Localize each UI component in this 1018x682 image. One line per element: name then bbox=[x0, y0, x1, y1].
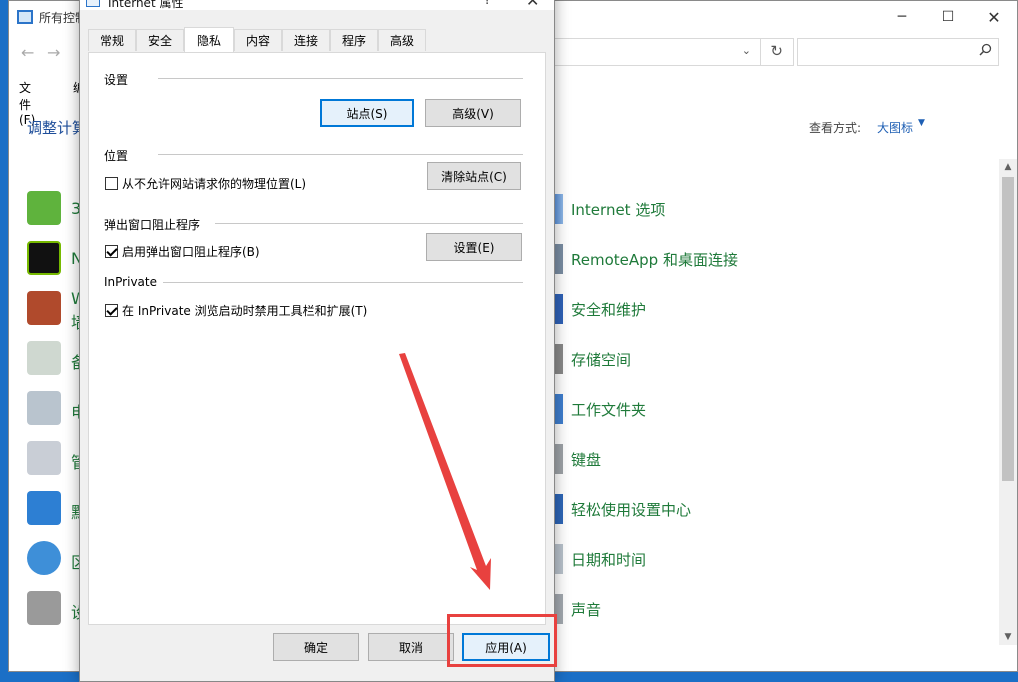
privacy-panel: 设置 站点(S) 高级(V) 位置 从不允许网站请求你的物理位置(L) 清除站点… bbox=[88, 52, 546, 625]
internet-properties-dialog: Internet 属性 ? ✕ 常规 安全 隐私 内容 连接 程序 高级 设置 … bbox=[79, 0, 555, 682]
address-separator bbox=[760, 39, 761, 65]
view-by-dropdown[interactable]: 大图标 bbox=[877, 119, 913, 136]
clear-sites-button[interactable]: 清除站点(C) bbox=[427, 162, 521, 190]
cp-item-storage-spaces[interactable]: 存储空间 bbox=[571, 349, 631, 370]
cp-item-ease-of-access[interactable]: 轻松使用设置中心 bbox=[571, 499, 691, 520]
advanced-button[interactable]: 高级(V) bbox=[425, 99, 521, 127]
cp-item-remoteapp[interactable]: RemoteApp 和桌面连接 bbox=[571, 249, 738, 270]
cancel-button[interactable]: 取消 bbox=[368, 633, 454, 661]
chevron-down-icon[interactable]: ⌄ bbox=[742, 44, 751, 57]
phone-modem-icon[interactable] bbox=[27, 391, 61, 425]
back-arrow-icon[interactable]: ← bbox=[21, 43, 34, 62]
scroll-down-arrow-icon[interactable]: ▼ bbox=[999, 629, 1017, 645]
default-programs-icon[interactable] bbox=[27, 491, 61, 525]
settings-section-label: 设置 bbox=[104, 73, 129, 87]
sites-button[interactable]: 站点(S) bbox=[320, 99, 414, 127]
tab-security[interactable]: 安全 bbox=[136, 29, 184, 51]
popup-blocker-checkbox-label[interactable]: 启用弹出窗口阻止程序(B) bbox=[122, 243, 260, 260]
inprivate-checkbox[interactable] bbox=[105, 304, 118, 317]
view-by-label: 查看方式: bbox=[809, 121, 862, 135]
popup-blocker-section-label: 弹出窗口阻止程序 bbox=[104, 218, 201, 232]
tab-programs[interactable]: 程序 bbox=[330, 29, 378, 51]
cp-item-keyboard[interactable]: 键盘 bbox=[571, 449, 601, 470]
inprivate-section-label: InPrivate bbox=[104, 275, 157, 289]
minimize-button[interactable]: ─ bbox=[879, 1, 925, 33]
close-button[interactable]: ✕ bbox=[971, 1, 1017, 33]
cp-item-sound[interactable]: 声音 bbox=[571, 599, 601, 620]
firewall-icon[interactable] bbox=[27, 291, 61, 325]
location-checkbox-row[interactable]: 从不允许网站请求你的物理位置(L) bbox=[105, 175, 306, 192]
vertical-scrollbar[interactable]: ▲ ▼ bbox=[999, 159, 1017, 645]
tab-advanced[interactable]: 高级 bbox=[378, 29, 426, 51]
section-divider bbox=[215, 223, 523, 224]
search-icon bbox=[979, 43, 992, 56]
dialog-titlebar: Internet 属性 ? ✕ bbox=[80, 0, 554, 10]
scrollbar-thumb[interactable] bbox=[1002, 177, 1014, 481]
nvidia-icon[interactable] bbox=[27, 241, 61, 275]
popup-settings-button[interactable]: 设置(E) bbox=[426, 233, 522, 261]
tab-general[interactable]: 常规 bbox=[88, 29, 136, 51]
refresh-icon[interactable]: ↻ bbox=[770, 42, 783, 60]
section-divider bbox=[158, 78, 523, 79]
cp-item-security-maintenance[interactable]: 安全和维护 bbox=[571, 299, 646, 320]
dialog-title: Internet 属性 bbox=[108, 0, 184, 10]
region-icon[interactable] bbox=[27, 541, 61, 575]
section-divider bbox=[158, 154, 523, 155]
location-section-label: 位置 bbox=[104, 149, 129, 163]
cp-item-date-time[interactable]: 日期和时间 bbox=[571, 549, 646, 570]
search-input[interactable] bbox=[797, 38, 999, 66]
section-divider bbox=[163, 282, 523, 283]
forward-arrow-icon[interactable]: → bbox=[47, 43, 60, 62]
tab-privacy[interactable]: 隐私 bbox=[184, 27, 234, 52]
devices-icon[interactable] bbox=[27, 591, 61, 625]
inprivate-checkbox-row[interactable]: 在 InPrivate 浏览启动时禁用工具栏和扩展(T) bbox=[105, 302, 367, 319]
popup-blocker-checkbox[interactable] bbox=[105, 245, 118, 258]
maximize-button[interactable]: ☐ bbox=[925, 1, 971, 33]
inprivate-checkbox-label[interactable]: 在 InPrivate 浏览启动时禁用工具栏和扩展(T) bbox=[122, 302, 367, 319]
scroll-up-arrow-icon[interactable]: ▲ bbox=[999, 159, 1017, 175]
page-heading: 调整计算 bbox=[27, 119, 88, 137]
backup-icon[interactable] bbox=[27, 341, 61, 375]
green-book-icon[interactable] bbox=[27, 191, 61, 225]
location-checkbox-label[interactable]: 从不允许网站请求你的物理位置(L) bbox=[122, 175, 306, 192]
control-panel-icon bbox=[17, 10, 33, 24]
help-button[interactable]: ? bbox=[484, 0, 491, 8]
cp-item-work-folders[interactable]: 工作文件夹 bbox=[571, 399, 646, 420]
dialog-close-button[interactable]: ✕ bbox=[526, 0, 539, 10]
apply-button[interactable]: 应用(A) bbox=[462, 633, 550, 661]
location-checkbox[interactable] bbox=[105, 177, 118, 190]
address-bar[interactable]: ⌄ ↻ bbox=[554, 38, 794, 66]
ok-button[interactable]: 确定 bbox=[273, 633, 359, 661]
tab-connections[interactable]: 连接 bbox=[282, 29, 330, 51]
dropdown-triangle-icon[interactable]: ▼ bbox=[918, 118, 925, 128]
tab-content[interactable]: 内容 bbox=[234, 29, 282, 51]
internet-options-icon bbox=[86, 0, 100, 7]
cp-item-internet-options[interactable]: Internet 选项 bbox=[571, 199, 665, 220]
admin-tools-icon[interactable] bbox=[27, 441, 61, 475]
popup-blocker-checkbox-row[interactable]: 启用弹出窗口阻止程序(B) bbox=[105, 243, 260, 260]
